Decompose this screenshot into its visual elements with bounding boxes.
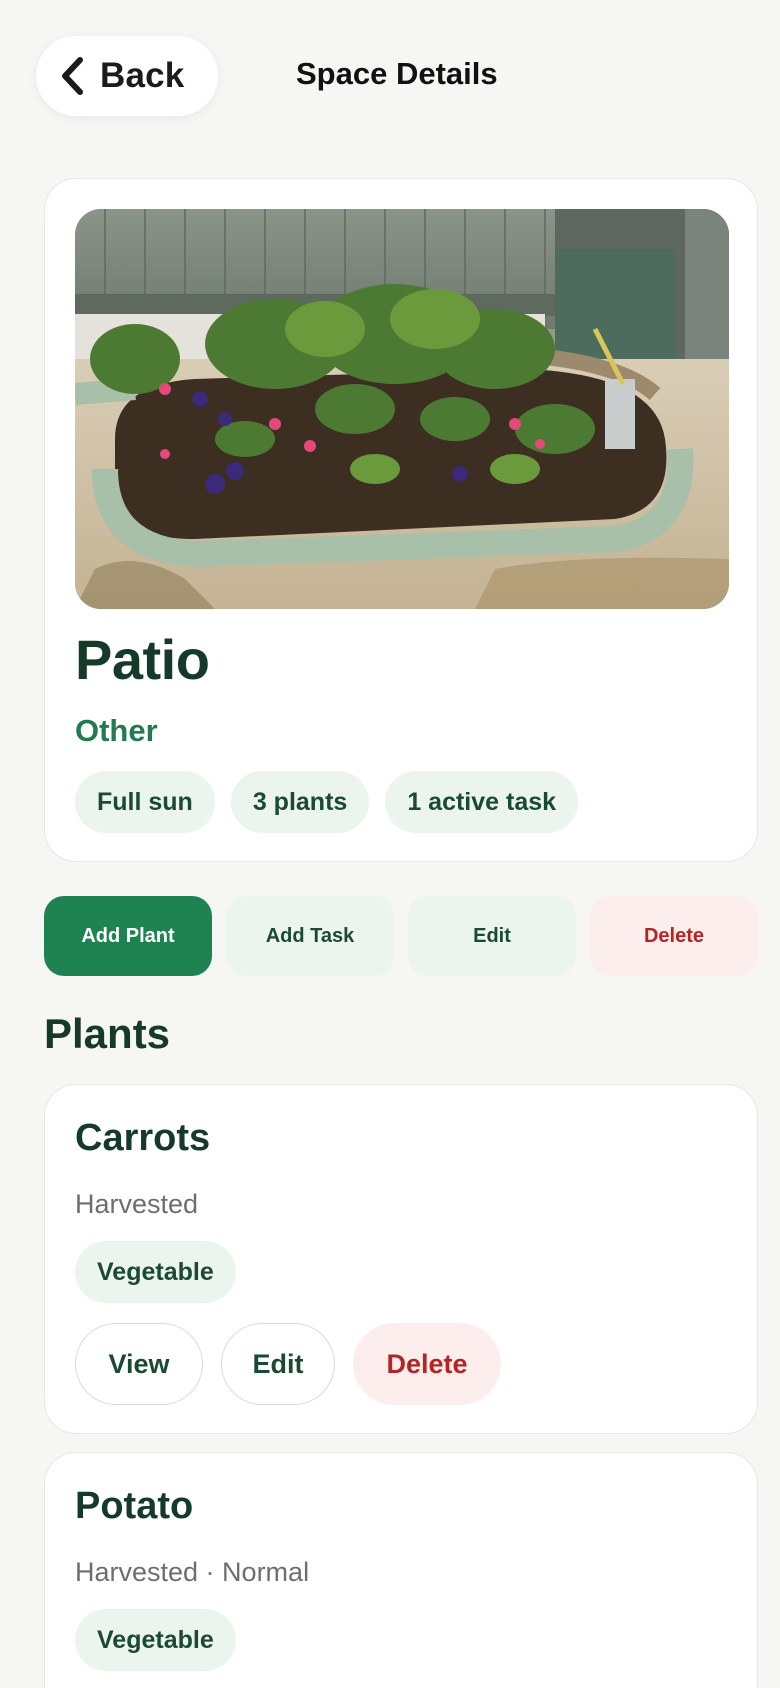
space-details-screen: Back Space Details Patio Other Full sun …	[0, 0, 780, 1688]
view-plant-button[interactable]: View	[75, 1323, 203, 1405]
header: Back Space Details	[0, 0, 780, 150]
delete-plant-button[interactable]: Delete	[353, 1323, 501, 1405]
space-summary-card: Patio Other Full sun 3 plants 1 active t…	[44, 178, 758, 862]
plant-count-chip: 3 plants	[230, 771, 370, 833]
plant-card[interactable]: Potato Harvested · Normal Vegetable	[44, 1452, 758, 1688]
page-title: Space Details	[296, 56, 498, 91]
edit-plant-button[interactable]: Edit	[221, 1323, 335, 1405]
plant-name: Carrots	[75, 1117, 211, 1159]
sunlight-chip: Full sun	[75, 771, 215, 833]
space-photo	[75, 209, 729, 609]
space-actions: Add Plant Add Task Edit Delete	[44, 896, 758, 976]
add-task-button[interactable]: Add Task	[226, 896, 394, 976]
back-button[interactable]: Back	[36, 36, 218, 116]
space-name: Patio	[75, 628, 210, 691]
plants-section-title: Plants	[44, 1010, 171, 1057]
plant-actions: View Edit Delete	[75, 1323, 501, 1405]
plant-card[interactable]: Carrots Harvested Vegetable View Edit De…	[44, 1084, 758, 1434]
delete-space-button[interactable]: Delete	[590, 896, 758, 976]
plant-status: Harvested · Normal	[75, 1557, 310, 1587]
plant-category-chip: Vegetable	[75, 1609, 236, 1671]
space-type: Other	[75, 713, 158, 748]
plant-category-chip: Vegetable	[75, 1241, 236, 1303]
add-plant-button[interactable]: Add Plant	[44, 896, 212, 976]
plant-name: Potato	[75, 1485, 194, 1527]
edit-space-button[interactable]: Edit	[408, 896, 576, 976]
task-count-chip: 1 active task	[385, 771, 579, 833]
plant-status: Harvested	[75, 1189, 199, 1219]
back-label: Back	[100, 56, 185, 95]
space-chips: Full sun 3 plants 1 active task	[75, 771, 579, 833]
chevron-left-icon	[58, 55, 86, 97]
